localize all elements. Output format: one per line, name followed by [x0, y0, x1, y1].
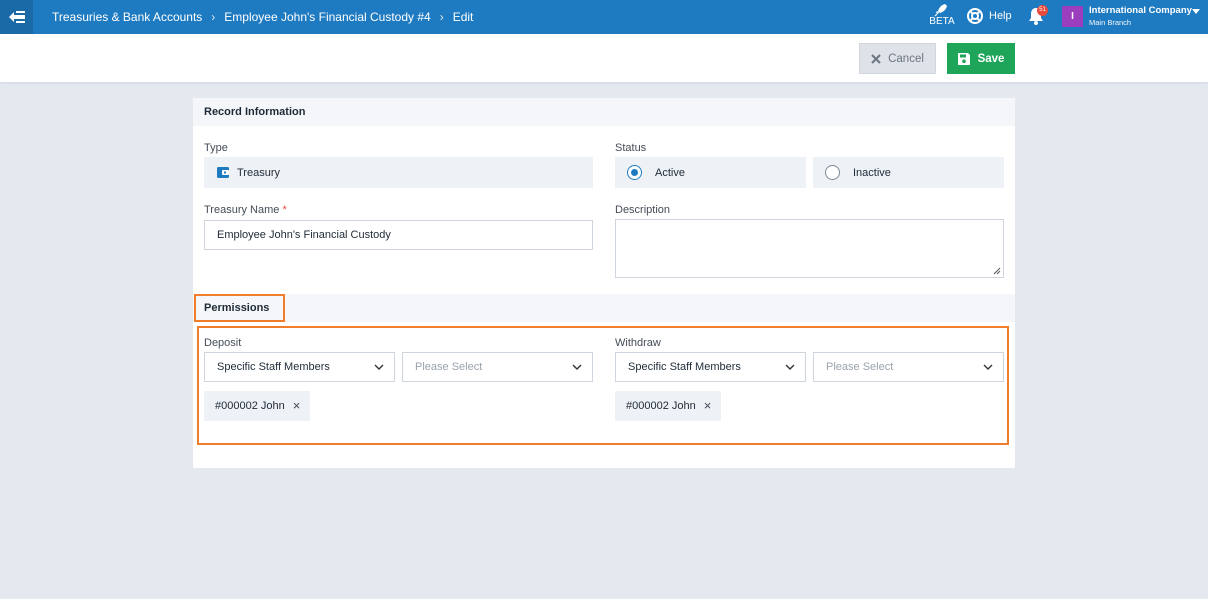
menu-back-icon	[8, 11, 25, 23]
sidebar-toggle-button[interactable]	[0, 0, 33, 34]
breadcrumb-treasuries-link[interactable]: Treasuries & Bank Accounts	[52, 10, 202, 24]
type-label: Type	[204, 142, 228, 154]
action-bar: Cancel Save	[0, 34, 1208, 82]
treasury-name-label: Treasury Name *	[204, 204, 287, 216]
company-name[interactable]: International Company	[1089, 5, 1192, 16]
avatar[interactable]: I	[1062, 6, 1083, 27]
caret-down-icon[interactable]	[1192, 9, 1200, 14]
permissions-fields-highlight	[197, 326, 1009, 445]
permissions-heading: Permissions	[193, 294, 1015, 322]
cancel-label: Cancel	[888, 52, 924, 65]
rocket-icon	[934, 4, 947, 17]
status-active-option[interactable]: Active	[615, 157, 806, 188]
beta-label: BETA	[929, 16, 955, 27]
floppy-disk-icon	[957, 52, 970, 65]
breadcrumb: Treasuries & Bank Accounts › Employee Jo…	[52, 0, 473, 34]
wallet-icon	[217, 167, 229, 178]
treasury-name-input[interactable]: Employee John's Financial Custody	[204, 220, 593, 250]
cancel-button[interactable]: Cancel	[859, 43, 936, 74]
branch-name: Main Branch	[1089, 18, 1132, 27]
record-information-heading: Record Information	[193, 98, 1015, 126]
lifebuoy-icon	[967, 8, 983, 24]
chevron-right-icon: ›	[211, 10, 216, 24]
type-field: Treasury	[204, 157, 593, 188]
save-label: Save	[977, 52, 1005, 65]
type-value: Treasury	[237, 166, 280, 179]
breadcrumb-current: Edit	[452, 10, 474, 24]
help-button[interactable]: Help	[967, 8, 1012, 24]
status-inactive-label: Inactive	[853, 166, 891, 179]
top-nav-bar: Treasuries & Bank Accounts › Employee Jo…	[0, 0, 1208, 34]
status-active-label: Active	[655, 166, 685, 179]
beta-button[interactable]: BETA	[928, 3, 956, 27]
permissions-title-highlight	[194, 294, 285, 322]
resize-handle-icon[interactable]	[993, 267, 1001, 275]
required-mark: *	[282, 204, 287, 216]
status-inactive-option[interactable]: Inactive	[813, 157, 1004, 188]
save-button[interactable]: Save	[947, 43, 1015, 74]
description-textarea[interactable]	[615, 219, 1004, 278]
breadcrumb-record-link[interactable]: Employee John's Financial Custody #4	[224, 10, 430, 24]
help-label: Help	[989, 10, 1012, 22]
radio-checked-icon[interactable]	[627, 165, 642, 180]
close-icon	[871, 53, 881, 64]
notification-badge: 51	[1037, 5, 1048, 16]
description-label: Description	[615, 204, 671, 216]
chevron-right-icon: ›	[439, 10, 444, 24]
treasury-name-label-text: Treasury Name	[204, 204, 280, 216]
radio-unchecked-icon[interactable]	[825, 165, 840, 180]
status-label: Status	[615, 142, 647, 154]
